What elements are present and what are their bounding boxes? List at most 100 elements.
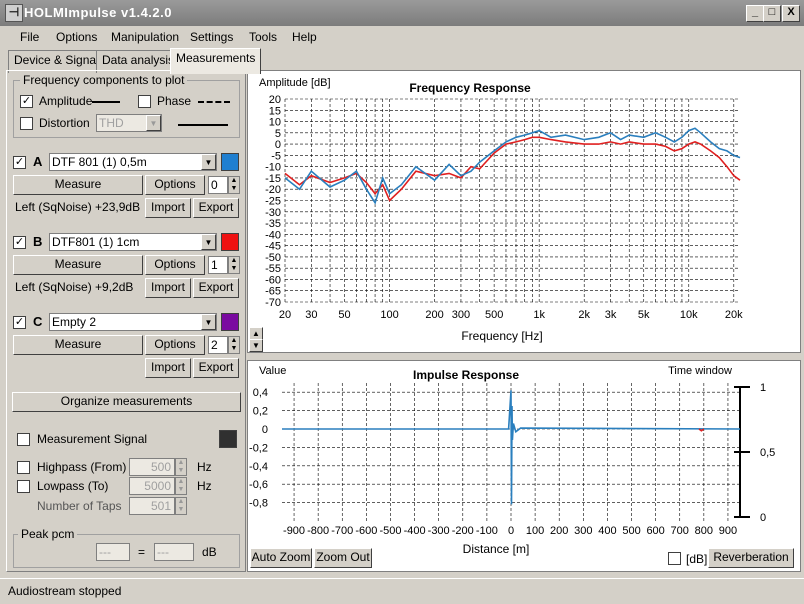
zoom-out-button[interactable]: Zoom Out — [314, 548, 372, 568]
frequency-response-chart[interactable]: 20151050-5-10-15-20-25-30-35-40-45-50-55… — [248, 71, 800, 352]
measurement-b-options-button[interactable]: Options — [145, 255, 205, 275]
measurement-a-spin-arrows[interactable]: ▲ ▼ — [228, 176, 240, 194]
auto-zoom-button[interactable]: Auto Zoom — [250, 548, 312, 568]
organize-measurements-button[interactable]: Organize measurements — [12, 392, 241, 412]
highpass-input[interactable]: 500 — [129, 458, 175, 476]
measurement-c-dropdown-icon[interactable]: ▼ — [201, 314, 216, 330]
measurement-b-export-button[interactable]: Export — [193, 278, 239, 298]
impulse-ytick-label: -0,8 — [249, 498, 268, 510]
measurement-signal-label: Measurement Signal — [37, 432, 148, 446]
distortion-dropdown-icon[interactable]: ▼ — [146, 115, 161, 131]
status-text: Audiostream stopped — [8, 584, 122, 598]
measurement-c-checkbox[interactable]: ✓ — [13, 316, 26, 329]
tab-measurements[interactable]: Measurements — [170, 48, 262, 74]
measurement-signal-group: Measurement Signal Highpass (From) 500 ▲… — [11, 429, 242, 521]
measurement-c-name-text: Empty 2 — [52, 315, 97, 329]
menu-options[interactable]: Options — [56, 30, 97, 44]
impulse-series — [282, 390, 741, 505]
frequency-ytick-label: -50 — [265, 252, 281, 264]
impulse-xtick-label: 200 — [550, 525, 568, 537]
measurement-signal-color[interactable] — [219, 430, 237, 448]
menu-manipulation[interactable]: Manipulation — [111, 30, 179, 44]
menu-tools[interactable]: Tools — [249, 30, 277, 44]
measurement-a-checkbox[interactable]: ✓ — [13, 156, 26, 169]
menu-settings[interactable]: Settings — [190, 30, 233, 44]
measurement-c-spin-value: 2 — [211, 338, 218, 352]
frequency-ytick-label: -65 — [265, 286, 281, 298]
measurement-b-spin-input[interactable]: 1 — [208, 256, 228, 274]
measurement-a-import-button[interactable]: Import — [145, 198, 191, 218]
minimize-button[interactable]: _ — [746, 5, 764, 22]
measurement-b-checkbox[interactable]: ✓ — [13, 236, 26, 249]
taps-input[interactable]: 501 — [129, 497, 175, 515]
frequency-ytick-label: -55 — [265, 263, 281, 275]
taps-label: Number of Taps — [37, 499, 122, 513]
impulse-xtick-label: 100 — [526, 525, 544, 537]
measurement-b-name[interactable]: DTF801 (1) 1cm — [49, 233, 217, 251]
time-window-axis: 10,50 — [734, 382, 775, 524]
lowpass-input[interactable]: 5000 — [129, 477, 175, 495]
measurement-b-spin-arrows[interactable]: ▲ ▼ — [228, 256, 240, 274]
measurement-c-spin-input[interactable]: 2 — [208, 336, 228, 354]
measurement-a-measure-button[interactable]: Measure — [13, 175, 143, 195]
measurement-c-import-button[interactable]: Import — [145, 358, 191, 378]
frequency-xtick-label: 30 — [305, 309, 317, 321]
measurement-b-dropdown-icon[interactable]: ▼ — [201, 234, 216, 250]
measurement-b-color[interactable] — [221, 233, 239, 251]
app-icon: ⊣ — [5, 4, 23, 22]
measurement-c-measure-button[interactable]: Measure — [13, 335, 143, 355]
amplitude-label: Amplitude — [39, 94, 93, 108]
taps-spin-arrows[interactable]: ▲ ▼ — [175, 497, 187, 515]
maximize-button[interactable]: □ — [763, 5, 781, 22]
freq-scroll-down-button[interactable]: ▼ — [249, 339, 263, 352]
measurement-c-spin-arrows[interactable]: ▲ ▼ — [228, 336, 240, 354]
reverberation-button[interactable]: Reverberation — [708, 548, 794, 568]
highpass-spin-arrows[interactable]: ▲ ▼ — [175, 458, 187, 476]
measurement-a-dropdown-icon[interactable]: ▼ — [201, 154, 216, 170]
measurement-a-letter: A — [33, 154, 43, 169]
title-bar: ⊣ HOLMImpulse v1.4.2.0 _ □ X — [0, 0, 804, 26]
db-checkbox[interactable] — [668, 552, 681, 565]
impulse-response-chart[interactable]: 0,4 0,2 0 -0,2 -0,4 -0,6 -0,8 -900 -800 -700 -600… — [248, 361, 800, 571]
impulse-xtick-label: -700 — [331, 525, 353, 537]
distortion-label: Distortion — [39, 116, 90, 130]
impulse-xtick-label: -300 — [428, 525, 450, 537]
lowpass-checkbox[interactable] — [17, 480, 30, 493]
time-window-tick-label: 0,5 — [760, 447, 775, 459]
measurements-panel: Frequency components to plot ✓ Amplitude… — [6, 70, 246, 572]
measurement-b-measure-button[interactable]: Measure — [13, 255, 143, 275]
impulse-xtick-label: 700 — [671, 525, 689, 537]
time-window-tick-label: 0 — [760, 512, 766, 524]
close-button[interactable]: X — [782, 5, 800, 22]
distortion-checkbox[interactable] — [20, 117, 33, 130]
measurement-a-color[interactable] — [221, 153, 239, 171]
frequency-ytick-label: -70 — [265, 297, 281, 309]
impulse-xtick-label: -100 — [476, 525, 498, 537]
peak-pcm-equals: = — [138, 545, 146, 559]
measurement-c-export-button[interactable]: Export — [193, 358, 239, 378]
measurement-a-export-button[interactable]: Export — [193, 198, 239, 218]
frequency-xtick-label: 20 — [279, 309, 291, 321]
taps-value: 501 — [150, 499, 171, 513]
peak-pcm-title: Peak pcm — [18, 527, 78, 541]
phase-checkbox[interactable] — [138, 95, 151, 108]
frequency-xtick-label: 50 — [338, 309, 350, 321]
measurement-a-spin-input[interactable]: 0 — [208, 176, 228, 194]
measurement-a-options-button[interactable]: Options — [145, 175, 205, 195]
time-window-tick-label: 1 — [760, 382, 766, 394]
highpass-checkbox[interactable] — [17, 461, 30, 474]
measurement-a-name[interactable]: DTF 801 (1) 0,5m — [49, 153, 217, 171]
menu-file[interactable]: File — [20, 30, 39, 44]
measurement-c-options-button[interactable]: Options — [145, 335, 205, 355]
measurement-signal-checkbox[interactable] — [17, 433, 30, 446]
lowpass-spin-arrows[interactable]: ▲ ▼ — [175, 477, 187, 495]
measurement-c-name[interactable]: Empty 2 — [49, 313, 217, 331]
menu-help[interactable]: Help — [292, 30, 317, 44]
lowpass-unit: Hz — [197, 479, 212, 493]
measurement-c-color[interactable] — [221, 313, 239, 331]
impulse-title: Impulse Response — [413, 368, 519, 382]
measurement-b-import-button[interactable]: Import — [145, 278, 191, 298]
frequency-ytick-label: -45 — [265, 241, 281, 253]
amplitude-checkbox[interactable]: ✓ — [20, 95, 33, 108]
impulse-xtick-label: 800 — [695, 525, 713, 537]
